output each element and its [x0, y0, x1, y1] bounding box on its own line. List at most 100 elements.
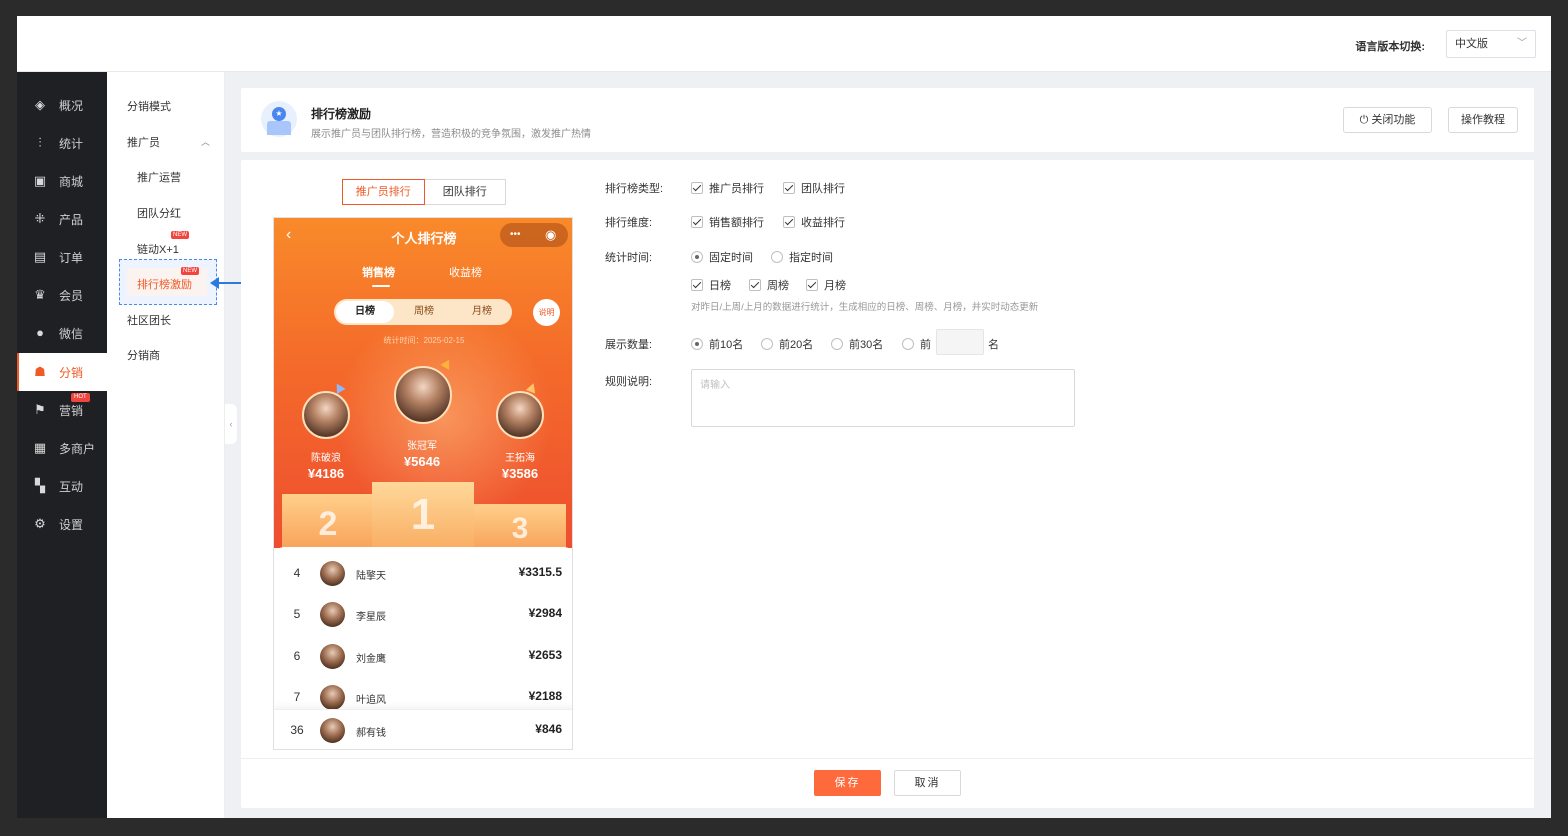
subnav-item-community[interactable]: 社区团长 — [127, 312, 171, 328]
radio-top30[interactable]: 前30名 — [831, 336, 883, 352]
period-weekly: 周榜 — [414, 306, 434, 317]
period-daily: 日榜 — [336, 301, 394, 323]
save-button[interactable]: 保存 — [814, 770, 881, 796]
language-value: 中文版 — [1455, 38, 1488, 50]
sidebar-item-label: 多商户 — [59, 441, 96, 456]
custom-count-input[interactable] — [936, 329, 984, 355]
tab-underline — [372, 285, 390, 287]
checkbox-weekly[interactable]: 周榜 — [749, 277, 789, 293]
subnav-item-operation[interactable]: 推广运营 — [137, 169, 181, 185]
sidebar-item-wechat[interactable]: ● 微信 — [17, 314, 107, 352]
sidebar-item-stats[interactable]: ⫶ 统计 — [17, 124, 107, 162]
cancel-button[interactable]: 取消 — [894, 770, 961, 796]
tab-promoter-ranking[interactable]: 推广员排行 — [342, 179, 425, 205]
radio[interactable] — [691, 338, 703, 350]
checkbox-monthly[interactable]: 月榜 — [806, 277, 846, 293]
checkbox[interactable] — [806, 279, 818, 291]
subnav-item-mode[interactable]: 分销模式 — [127, 98, 171, 114]
sidebar-item-merchants[interactable]: ▦ 多商户 — [17, 429, 107, 467]
sidebar-item-interaction[interactable]: ▚ 互动 — [17, 467, 107, 505]
checkbox-income-ranking[interactable]: 收益排行 — [783, 214, 845, 230]
sidebar-item-settings[interactable]: ⚙ 设置 — [17, 505, 107, 543]
new-badge: NEW — [171, 231, 189, 239]
rank2-amount: ¥4186 — [307, 466, 345, 481]
subnav-item-chain[interactable]: 链动X+1 — [137, 241, 179, 257]
form-footer: 保存 取消 — [241, 758, 1534, 808]
chevron-up-icon[interactable]: ︿ — [201, 135, 210, 148]
option-label: 销售额排行 — [709, 217, 764, 229]
radio-custom-count[interactable]: 前 — [902, 336, 931, 352]
tab-income: 收益榜 — [449, 267, 482, 279]
avatar — [320, 644, 345, 669]
member-name: 郝有钱 — [356, 728, 386, 739]
list-item: 6 刘金鹰 ¥2653 — [274, 636, 572, 676]
option-label: 日榜 — [709, 280, 731, 292]
radio[interactable] — [761, 338, 773, 350]
sidebar-item-label: 统计 — [59, 136, 84, 151]
apps-icon: ▚ — [35, 478, 45, 493]
sidebar-item-overview[interactable]: ◈ 概况 — [17, 86, 107, 124]
app-window: 语言版本切换: 中文版 ﹀ ◈ 概况 ⫶ 统计 ▣ 商城 ⁜ 产品 ▤ 订单 ♛ 会员 ● 微… — [17, 16, 1551, 818]
avatar — [320, 602, 345, 627]
rule-textarea[interactable]: 请输入 — [691, 369, 1075, 427]
checkbox[interactable] — [691, 182, 703, 194]
feature-header: ★ 排行榜激励 展示推广员与团队排行榜，营造积极的竞争氛围，激发推广热情 ⏻ 关… — [241, 88, 1534, 152]
users-icon: ☗ — [34, 364, 46, 379]
sidebar-item-orders[interactable]: ▤ 订单 — [17, 238, 107, 276]
checkbox[interactable] — [691, 279, 703, 291]
sidebar-item-label: 会员 — [59, 288, 84, 303]
radio[interactable] — [771, 251, 783, 263]
mini-program-capsule: ••• ◉ — [500, 223, 568, 247]
display-count-label: 展示数量: — [605, 339, 653, 351]
sidebar-item-label: 商城 — [59, 174, 84, 189]
avatar — [320, 561, 345, 586]
checkbox-sales-ranking[interactable]: 销售额排行 — [691, 214, 764, 230]
sidebar-item-label: 产品 — [59, 212, 84, 227]
checkbox-team-ranking[interactable]: 团队排行 — [783, 180, 845, 196]
option-label: 固定时间 — [709, 252, 753, 264]
option-label: 前30名 — [849, 339, 884, 351]
checkbox[interactable] — [749, 279, 761, 291]
close-feature-button[interactable]: ⏻ 关闭功能 — [1343, 107, 1432, 133]
subnav-item-promoter[interactable]: 推广员 — [127, 134, 160, 150]
member-name: 陆擎天 — [356, 571, 386, 582]
chart-icon: ⫶ — [38, 135, 42, 150]
avatar — [302, 391, 350, 439]
rank1-amount: ¥5646 — [403, 454, 441, 469]
member-amount: ¥2984 — [528, 606, 562, 620]
subnav-item-team-bonus[interactable]: 团队分红 — [137, 205, 181, 221]
radio-top20[interactable]: 前20名 — [761, 336, 813, 352]
radio-fixed-time[interactable]: 固定时间 — [691, 249, 753, 265]
checkbox[interactable] — [783, 182, 795, 194]
sidebar-item-distribution[interactable]: ☗ 分销 — [17, 353, 107, 391]
subnav-item-leaderboard[interactable]: 排行榜激励 — [137, 276, 192, 292]
radio-custom-time[interactable]: 指定时间 — [771, 249, 833, 265]
checkbox[interactable] — [691, 216, 703, 228]
sidebar-item-label: 互动 — [59, 479, 84, 494]
checkbox-promoter-ranking[interactable]: 推广员排行 — [691, 180, 764, 196]
rank-number: 6 — [293, 649, 301, 663]
radio-top10[interactable]: 前10名 — [691, 336, 743, 352]
sidebar-item-products[interactable]: ⁜ 产品 — [17, 200, 107, 238]
checkbox-daily[interactable]: 日榜 — [691, 277, 731, 293]
tutorial-button[interactable]: 操作教程 — [1448, 107, 1518, 133]
avatar — [320, 718, 345, 743]
collapse-chevron-icon[interactable]: ‹ — [225, 404, 237, 444]
crown-icon: ♛ — [34, 287, 46, 302]
tab-team-ranking[interactable]: 团队排行 — [424, 179, 506, 205]
language-select[interactable]: 中文版 ﹀ — [1446, 30, 1536, 58]
rank-number: 5 — [293, 607, 301, 621]
sidebar-item-mall[interactable]: ▣ 商城 — [17, 162, 107, 200]
radio[interactable] — [902, 338, 914, 350]
sidebar-item-members[interactable]: ♛ 会员 — [17, 276, 107, 314]
radio[interactable] — [691, 251, 703, 263]
ranking-list: 4 陆擎天 ¥3315.5 5 李星辰 ¥2984 6 刘金鹰 ¥2653 7 … — [274, 547, 572, 749]
checkbox[interactable] — [783, 216, 795, 228]
leaderboard-banner: ‹ 个人排行榜 ••• ◉ 销售榜 收益榜 日榜 周榜 月榜 说明 统计时间：2… — [274, 218, 572, 550]
option-label: 前10名 — [709, 339, 744, 351]
radio[interactable] — [831, 338, 843, 350]
page-description: 展示推广员与团队排行榜，营造积极的竞争氛围，激发推广热情 — [311, 129, 591, 140]
subnav-item-distributor[interactable]: 分销商 — [127, 347, 160, 363]
sidebar-item-marketing[interactable]: ⚑ 营销 HOT — [17, 391, 107, 429]
close-feature-label: 关闭功能 — [1371, 114, 1416, 126]
